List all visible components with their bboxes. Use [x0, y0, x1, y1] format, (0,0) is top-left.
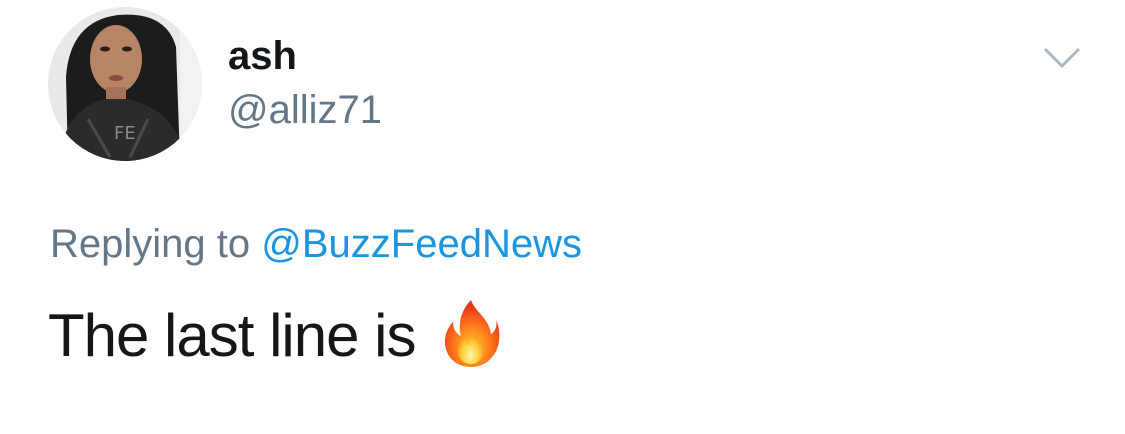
tweet-menu-button[interactable] — [1038, 38, 1086, 78]
avatar[interactable]: FE — [48, 7, 202, 161]
display-name[interactable]: ash — [228, 32, 297, 80]
tweet-text: The last line is — [48, 302, 416, 369]
user-handle[interactable]: @alliz71 — [228, 86, 382, 134]
replying-to-label: Replying to — [50, 222, 251, 266]
chevron-down-icon — [1044, 48, 1080, 68]
fire-emoji-icon — [441, 298, 501, 368]
svg-text:FE: FE — [114, 123, 136, 144]
replying-to-mention-link[interactable]: @BuzzFeedNews — [261, 222, 582, 266]
tweet-body: The last line is — [48, 298, 501, 372]
replying-to-line: Replying to @BuzzFeedNews — [50, 220, 582, 268]
user-avatar-photo-icon: FE — [48, 7, 202, 161]
